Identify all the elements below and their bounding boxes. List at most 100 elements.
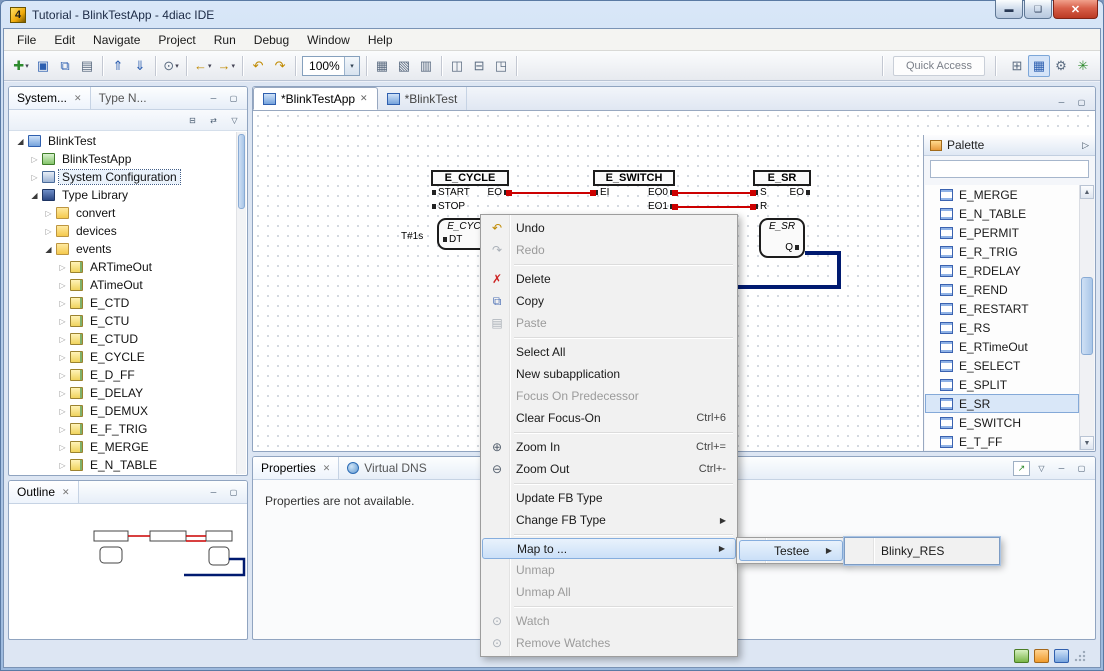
expand-arrow-icon[interactable]: ◢ (42, 245, 55, 254)
palette-item-e-permit[interactable]: E_PERMIT (925, 223, 1079, 242)
distribute-vertical-icon[interactable]: ⊟ (468, 55, 490, 77)
event-output-pin[interactable]: EO (488, 186, 508, 200)
tree-item-e-d-ff[interactable]: ▷E_D_FF (10, 366, 236, 384)
menu-project[interactable]: Project (149, 30, 204, 50)
event-output-pin[interactable]: EO (790, 186, 810, 200)
expand-arrow-icon[interactable]: ◢ (28, 191, 41, 200)
outline-thumbnail[interactable] (88, 517, 248, 612)
match-size-icon[interactable]: ◳ (490, 55, 512, 77)
tree-item-convert[interactable]: ▷convert (10, 204, 236, 222)
palette-item-e-t-ff[interactable]: E_T_FF (925, 432, 1079, 450)
forward-icon[interactable]: →▾ (215, 55, 239, 77)
tree-item-atimeout[interactable]: ▷ATimeOut (10, 276, 236, 294)
menu-help[interactable]: Help (359, 30, 402, 50)
palette-item-e-restart[interactable]: E_RESTART (925, 299, 1079, 318)
menu-item-delete[interactable]: ✗Delete (482, 268, 736, 290)
close-icon[interactable]: ✕ (62, 487, 70, 498)
tree-item-e-demux[interactable]: ▷E_DEMUX (10, 402, 236, 420)
tree-item-e-delay[interactable]: ▷E_DELAY (10, 384, 236, 402)
redo-icon[interactable]: ↷ (269, 55, 291, 77)
tree-item-e-cycle[interactable]: ▷E_CYCLE (10, 348, 236, 366)
palette-item-e-r-trig[interactable]: E_R_TRIG (925, 242, 1079, 261)
tree-item-blinktest[interactable]: ◢BlinkTest (10, 132, 236, 150)
restore-view-icon[interactable]: ↗ (1013, 461, 1030, 476)
menu-item-change-fb-type[interactable]: Change FB Type▶ (482, 509, 736, 531)
window-grid-icon[interactable] (1054, 649, 1069, 663)
download-device-icon[interactable]: ⇓ (129, 55, 151, 77)
back-icon[interactable]: ←▾ (191, 55, 215, 77)
expand-arrow-icon[interactable]: ▷ (56, 263, 69, 272)
tree-item-e-merge[interactable]: ▷E_MERGE (10, 438, 236, 456)
expand-arrow-icon[interactable]: ▷ (56, 443, 69, 452)
palette-item-e-rdelay[interactable]: E_RDELAY (925, 261, 1079, 280)
debug-perspective-icon[interactable]: ✳ (1072, 55, 1094, 77)
expand-arrow-icon[interactable]: ▷ (56, 461, 69, 470)
open-perspective-icon[interactable]: ⊞ (1006, 55, 1028, 77)
leaf-icon[interactable] (1014, 649, 1029, 663)
palette-search-input[interactable] (930, 160, 1089, 178)
palette-item-e-select[interactable]: E_SELECT (925, 356, 1079, 375)
palette-scrollbar[interactable]: ▲ ▼ (1079, 185, 1094, 450)
expand-arrow-icon[interactable]: ▷ (56, 317, 69, 326)
close-icon[interactable]: ✕ (360, 93, 368, 104)
undo-icon[interactable]: ↶ (247, 55, 269, 77)
zoom-level-combo[interactable]: 100% ▾ (302, 56, 360, 76)
tree-item-artimeout[interactable]: ▷ARTimeOut (10, 258, 236, 276)
title-bar[interactable]: 4 Tutorial - BlinkTestApp - 4diac IDE ▬ … (10, 4, 1098, 26)
tree-scrollbar[interactable] (236, 132, 246, 474)
expand-arrow-icon[interactable]: ▷ (28, 155, 41, 164)
close-icon[interactable]: ✕ (74, 93, 82, 104)
menu-file[interactable]: File (8, 30, 45, 50)
tree-item-e-ctud[interactable]: ▷E_CTUD (10, 330, 236, 348)
expand-arrow-icon[interactable]: ▷ (56, 353, 69, 362)
tree-item-devices[interactable]: ▷devices (10, 222, 236, 240)
scroll-down-icon[interactable]: ▼ (1080, 436, 1094, 450)
close-icon[interactable]: ✕ (323, 463, 331, 474)
minimize-view-icon[interactable]: ─ (205, 485, 222, 500)
menu-edit[interactable]: Edit (45, 30, 84, 50)
expand-arrow-icon[interactable]: ▷ (28, 173, 41, 182)
expand-arrow-icon[interactable]: ▷ (56, 425, 69, 434)
tab-system[interactable]: System...✕ (9, 87, 91, 109)
event-output-pin[interactable]: EO1 (648, 200, 674, 214)
menu-item-blinky-res[interactable]: Blinky_RES (847, 540, 997, 562)
tree-item-e-ctu[interactable]: ▷E_CTU (10, 312, 236, 330)
palette-item-e-split[interactable]: E_SPLIT (925, 375, 1079, 394)
expand-arrow-icon[interactable]: ▷ (56, 407, 69, 416)
close-window-button[interactable]: ✕ (1053, 0, 1098, 19)
expand-arrow-icon[interactable]: ▷ (56, 335, 69, 344)
event-input-pin[interactable]: STOP (432, 200, 465, 214)
expand-arrow-icon[interactable]: ▷ (42, 227, 55, 236)
deployment-perspective-icon[interactable]: ⚙ (1050, 55, 1072, 77)
resize-grip[interactable] (1074, 650, 1086, 662)
menu-navigate[interactable]: Navigate (84, 30, 149, 50)
menu-run[interactable]: Run (205, 30, 245, 50)
tab-properties[interactable]: Properties✕ (253, 457, 339, 479)
minimize-view-icon[interactable]: ─ (205, 91, 222, 106)
event-output-pin[interactable]: EO0 (648, 186, 674, 200)
chevron-down-icon[interactable]: ▾ (344, 57, 359, 75)
palette-item-e-merge[interactable]: E_MERGE (925, 185, 1079, 204)
editor-tab-blinktestapp[interactable]: *BlinkTestApp✕ (253, 87, 378, 110)
menu-item-copy[interactable]: ⧉Copy (482, 290, 736, 312)
maximize-window-button[interactable]: ❑ (1024, 0, 1052, 19)
tree-item-e-ctd[interactable]: ▷E_CTD (10, 294, 236, 312)
palette-item-e-rtimeout[interactable]: E_RTimeOut (925, 337, 1079, 356)
menu-item-new-subapplication[interactable]: New subapplication (482, 363, 736, 385)
event-input-pin[interactable]: START (432, 186, 470, 200)
event-input-pin[interactable]: R (754, 200, 767, 214)
menu-item-map-to[interactable]: Map to ...▶ (482, 538, 736, 559)
distribute-horizontal-icon[interactable]: ◫ (446, 55, 468, 77)
data-input-pin[interactable]: DT (443, 233, 462, 247)
save-icon[interactable]: ▣ (32, 55, 54, 77)
grid-icon[interactable]: ▦ (371, 55, 393, 77)
editor-tab-blinktest[interactable]: *BlinkTest (378, 87, 468, 110)
tab-outline[interactable]: Outline ✕ (9, 481, 79, 503)
menu-item-zoom-in[interactable]: ⊕Zoom InCtrl+= (482, 436, 736, 458)
tree-item-e-n-table[interactable]: ▷E_N_TABLE (10, 456, 236, 474)
system-perspective-icon[interactable]: ▦ (1028, 55, 1050, 77)
tab-type-n[interactable]: Type N... (91, 87, 155, 109)
menu-item-testee[interactable]: Testee ▶ (739, 540, 843, 561)
help-book-icon[interactable] (1034, 649, 1049, 663)
tree-item-blinktestapp[interactable]: ▷BlinkTestApp (10, 150, 236, 168)
